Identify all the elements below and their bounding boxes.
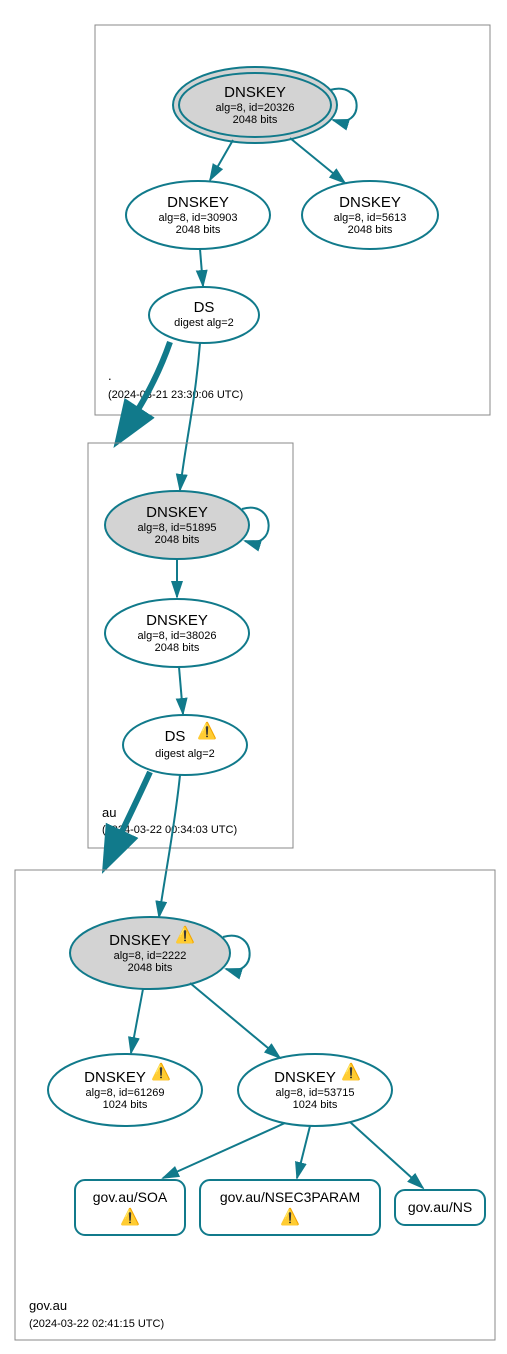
svg-text:DS: DS [165, 728, 186, 745]
svg-text:1024 bits: 1024 bits [103, 1099, 148, 1111]
svg-text:alg=8, id=53715: alg=8, id=53715 [276, 1087, 355, 1099]
warning-icon: ⚠️ [341, 1062, 361, 1081]
warning-icon: ⚠️ [197, 721, 217, 740]
svg-text:gov.au/NSEC3PARAM: gov.au/NSEC3PARAM [220, 1189, 360, 1205]
svg-text:gov.au/NS: gov.au/NS [408, 1199, 472, 1215]
svg-text:2048 bits: 2048 bits [176, 224, 221, 236]
svg-text:alg=8, id=61269: alg=8, id=61269 [86, 1087, 165, 1099]
svg-text:digest alg=2: digest alg=2 [174, 317, 234, 329]
dnssec-graph: . (2024-03-21 23:30:06 UTC) DNSKEY alg=8… [5, 5, 502, 1349]
svg-text:DNSKEY: DNSKEY [274, 1069, 336, 1086]
svg-text:2048 bits: 2048 bits [155, 642, 200, 654]
svg-text:DNSKEY: DNSKEY [84, 1069, 146, 1086]
zone-govau-label: gov.au [29, 1298, 67, 1313]
svg-text:2048 bits: 2048 bits [155, 534, 200, 546]
node-govau-ksk: DNSKEY ⚠️ alg=8, id=2222 2048 bits [70, 917, 230, 989]
node-govau-zsk2: DNSKEY ⚠️ alg=8, id=53715 1024 bits [238, 1054, 392, 1126]
svg-text:DNSKEY: DNSKEY [109, 932, 171, 949]
svg-text:gov.au/SOA: gov.au/SOA [93, 1189, 168, 1205]
svg-text:alg=8, id=30903: alg=8, id=30903 [159, 212, 238, 224]
svg-text:DNSKEY: DNSKEY [146, 612, 208, 629]
svg-text:DNSKEY: DNSKEY [167, 194, 229, 211]
svg-text:2048 bits: 2048 bits [233, 114, 278, 126]
svg-text:1024 bits: 1024 bits [293, 1099, 338, 1111]
node-au-ds: DS ⚠️ digest alg=2 [123, 715, 247, 775]
zone-root-ts: (2024-03-21 23:30:06 UTC) [108, 389, 243, 401]
zone-root-label: . [108, 368, 112, 383]
node-root-zsk1: DNSKEY alg=8, id=30903 2048 bits [126, 181, 270, 249]
svg-text:2048 bits: 2048 bits [348, 224, 393, 236]
zone-au-label: au [102, 805, 116, 820]
node-root-ksk: DNSKEY alg=8, id=20326 2048 bits [173, 67, 337, 143]
warning-icon: ⚠️ [151, 1062, 171, 1081]
node-root-ds: DS digest alg=2 [149, 287, 259, 343]
svg-text:DNSKEY: DNSKEY [339, 194, 401, 211]
svg-text:alg=8, id=5613: alg=8, id=5613 [334, 212, 407, 224]
node-govau-ns: gov.au/NS [395, 1190, 485, 1225]
svg-text:DNSKEY: DNSKEY [146, 504, 208, 521]
node-root-zsk2: DNSKEY alg=8, id=5613 2048 bits [302, 181, 438, 249]
svg-text:alg=8, id=20326: alg=8, id=20326 [216, 102, 295, 114]
zone-root: . (2024-03-21 23:30:06 UTC) DNSKEY alg=8… [95, 25, 490, 415]
svg-text:2048 bits: 2048 bits [128, 962, 173, 974]
node-au-ksk: DNSKEY alg=8, id=51895 2048 bits [105, 491, 249, 559]
node-govau-nsec3param: gov.au/NSEC3PARAM ⚠️ [200, 1180, 380, 1235]
warning-icon: ⚠️ [175, 925, 195, 944]
svg-text:alg=8, id=38026: alg=8, id=38026 [138, 630, 217, 642]
svg-text:alg=8, id=2222: alg=8, id=2222 [114, 950, 187, 962]
warning-icon: ⚠️ [280, 1207, 300, 1226]
zone-au: au (2024-03-22 00:34:03 UTC) DNSKEY alg=… [88, 443, 293, 848]
svg-text:digest alg=2: digest alg=2 [155, 748, 215, 760]
svg-text:DS: DS [194, 299, 215, 316]
zone-govau-ts: (2024-03-22 02:41:15 UTC) [29, 1318, 164, 1330]
warning-icon: ⚠️ [120, 1207, 140, 1226]
node-au-zsk: DNSKEY alg=8, id=38026 2048 bits [105, 599, 249, 667]
node-govau-zsk1: DNSKEY ⚠️ alg=8, id=61269 1024 bits [48, 1054, 202, 1126]
svg-text:alg=8, id=51895: alg=8, id=51895 [138, 522, 217, 534]
svg-text:DNSKEY: DNSKEY [224, 84, 286, 101]
zone-govau: gov.au (2024-03-22 02:41:15 UTC) DNSKEY … [15, 870, 495, 1340]
node-govau-soa: gov.au/SOA ⚠️ [75, 1180, 185, 1235]
